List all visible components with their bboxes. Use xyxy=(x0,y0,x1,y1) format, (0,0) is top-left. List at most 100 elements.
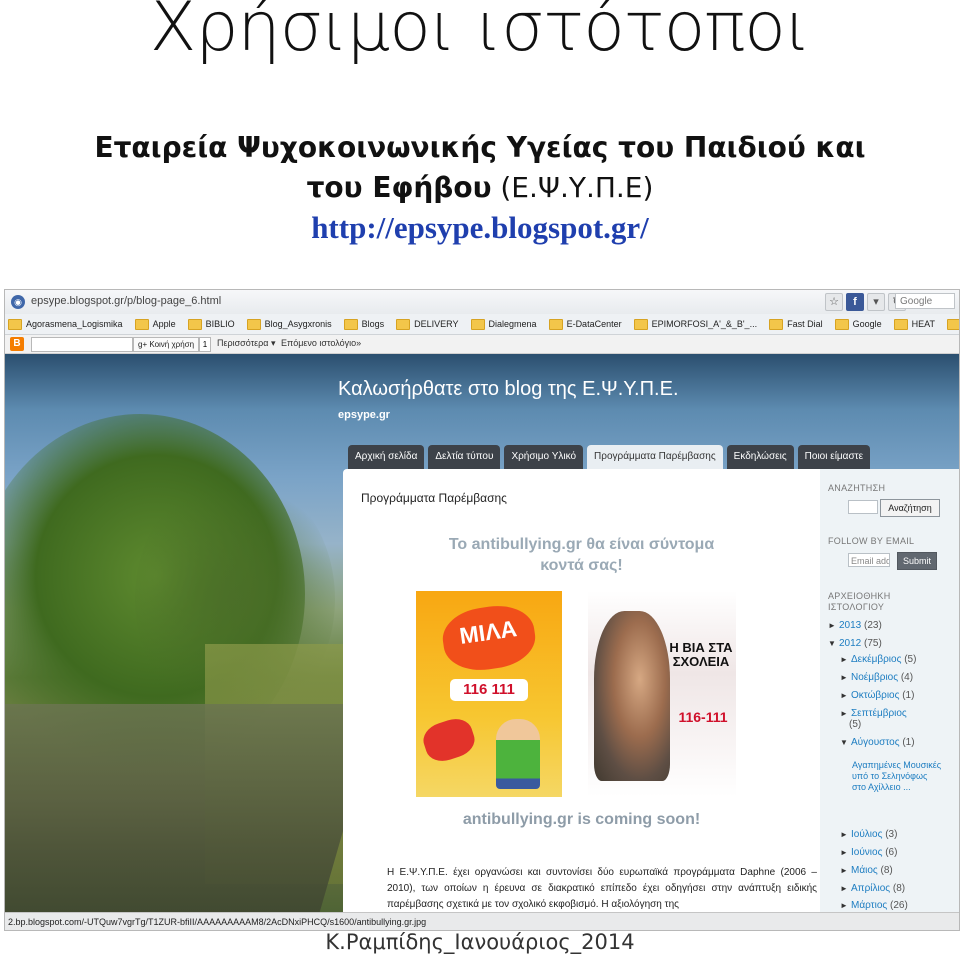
dropdown-icon[interactable]: ▾ xyxy=(867,293,885,311)
archive-month-apr[interactable]: ► Απρίλιος (8) xyxy=(840,883,905,894)
archive-aug-link[interactable]: Αύγουστος xyxy=(851,737,900,748)
archive-may-link[interactable]: Μάιος xyxy=(851,865,878,876)
sidebar-search-input[interactable] xyxy=(848,500,878,514)
expand-right-icon: ► xyxy=(840,884,848,893)
archive-sep-link[interactable]: Σεπτέμβριος xyxy=(851,708,907,719)
submit-button[interactable]: Submit xyxy=(897,552,937,570)
bookmark-label: E-DataCenter xyxy=(566,319,622,329)
browser-screenshot: ◉ epsype.blogspot.gr/p/blog-page_6.html … xyxy=(4,289,960,931)
tab-events[interactable]: Εκδηλώσεις xyxy=(726,445,794,469)
slide-subtitle: Εταιρεία Ψυχοκοινωνικής Υγείας του Παιδι… xyxy=(60,128,900,208)
folder-icon xyxy=(548,318,563,330)
folder-icon xyxy=(343,318,358,330)
bookmark-item[interactable]: Blog_Asygxronis xyxy=(244,318,332,330)
address-bar: ◉ epsype.blogspot.gr/p/blog-page_6.html … xyxy=(5,290,959,315)
archive-oct-link[interactable]: Οκτώβριος xyxy=(851,690,899,701)
folder-icon xyxy=(396,318,411,330)
archive-sep-count: (5) xyxy=(849,719,862,730)
expand-down-icon: ▼ xyxy=(828,639,836,648)
folder-icon xyxy=(470,318,485,330)
bookmark-label: HEAT xyxy=(911,319,935,329)
share-count: 1 xyxy=(199,337,211,352)
archive-month-sep[interactable]: ► Σεπτέμβριος (5) xyxy=(840,708,907,730)
bookmark-label: Apple xyxy=(152,319,176,329)
subtitle-line2-abbr: (Ε.Ψ.Υ.Π.Ε) xyxy=(491,171,654,204)
archive-post-link[interactable]: Αγαπημένες Μουσικές υπό το Σεληνόφως στο… xyxy=(852,760,942,793)
archive-apr-link[interactable]: Απρίλιος xyxy=(851,883,890,894)
tab-press-releases[interactable]: Δελτία τύπου xyxy=(428,445,501,469)
archive-month-may[interactable]: ► Μάιος (8) xyxy=(840,865,893,876)
tab-useful-material[interactable]: Χρήσιμο Υλικό xyxy=(504,445,584,469)
blog-title[interactable]: Καλωσήρθατε στο blog της Ε.Ψ.Υ.Π.Ε. xyxy=(338,378,679,401)
email-field[interactable]: Email address xyxy=(848,553,890,567)
archive-dec-link[interactable]: Δεκέμβριος xyxy=(851,654,901,665)
archive-month-nov[interactable]: ► Νοέμβριος (4) xyxy=(840,672,913,683)
archive-jul-link[interactable]: Ιούλιος xyxy=(851,829,882,840)
poster-violence[interactable]: Η ΒΙΑ ΣΤΑ ΣΧΟΛΕΙΑ 116-111 xyxy=(588,591,736,797)
archive-oct-count: (1) xyxy=(902,690,915,701)
bookmarks-bar: Agorasmena_Logismika Apple BIBLIO Blog_Asyg… xyxy=(5,314,959,335)
bookmark-item[interactable]: EPIMORFOSI_A'_&_B'_... xyxy=(631,318,757,330)
child-figure xyxy=(496,719,540,789)
archive-month-jun[interactable]: ► Ιούνιος (6) xyxy=(840,847,897,858)
archive-2013-link[interactable]: 2013 xyxy=(839,620,861,631)
archive-year-2012[interactable]: ▼ 2012 (75) xyxy=(828,638,882,649)
bookmark-item[interactable]: Blogs xyxy=(341,318,385,330)
bookmark-item[interactable]: Apple xyxy=(132,318,176,330)
archive-mar-link[interactable]: Μάρτιος xyxy=(851,900,887,911)
bookmark-item[interactable]: Agorasmena_Logismika xyxy=(5,318,123,330)
bookmark-item[interactable]: HEAT xyxy=(891,318,935,330)
facebook-icon[interactable]: f xyxy=(846,293,864,311)
more-menu[interactable]: Περισσότερα ▾ xyxy=(217,338,276,349)
promo-line2: κοντά σας! xyxy=(540,557,623,574)
status-bar: 2.bp.blogspot.com/-UTQuw7vgrTg/T1ZUR-bfi… xyxy=(5,912,959,930)
archive-month-aug[interactable]: ▼ Αύγουστος (1) xyxy=(840,737,915,748)
folder-icon xyxy=(187,318,202,330)
bookmark-label: Blogs xyxy=(361,319,385,329)
archive-apr-count: (8) xyxy=(892,883,906,894)
bookmark-item[interactable]: Fast Dial xyxy=(766,318,823,330)
google-search-input[interactable]: Google xyxy=(895,293,955,309)
bookmark-item[interactable]: DELIVERY xyxy=(393,318,459,330)
bookmark-item[interactable]: HLEKTRONIKES_AGOR... xyxy=(944,318,959,330)
slide-url-link[interactable]: http://epsype.blogspot.gr/ xyxy=(0,210,960,246)
navbar-search-input[interactable] xyxy=(31,337,133,352)
expand-right-icon: ► xyxy=(840,901,848,910)
next-blog-link[interactable]: Επόμενο ιστολόγιο» xyxy=(281,338,361,348)
archive-2012-link[interactable]: 2012 xyxy=(839,638,861,649)
share-button-label: Κοινή χρήση xyxy=(149,340,195,349)
bookmark-item[interactable]: E-DataCenter xyxy=(546,318,622,330)
archive-month-jul[interactable]: ► Ιούλιος (3) xyxy=(840,829,897,840)
bookmark-item[interactable]: Google xyxy=(832,318,882,330)
archive-nov-count: (4) xyxy=(900,672,914,683)
coming-soon-text: antibullying.gr is coming soon! xyxy=(462,811,701,828)
tab-intervention-programs[interactable]: Προγράμματα Παρέμβασης xyxy=(587,445,723,469)
folder-icon xyxy=(633,318,648,330)
archive-month-oct[interactable]: ► Οκτώβριος (1) xyxy=(840,690,914,701)
archive-mar-count: (26) xyxy=(890,900,908,911)
star-icon[interactable]: ☆ xyxy=(825,293,843,311)
subtitle-line2-bold: του Εφήβου xyxy=(306,171,492,204)
blogger-icon[interactable]: B xyxy=(10,337,24,351)
archive-month-dec[interactable]: ► Δεκέμβριος (5) xyxy=(840,654,916,665)
blog-description: epsype.gr xyxy=(338,409,390,421)
archive-dec-count: (5) xyxy=(904,654,917,665)
address-url[interactable]: epsype.blogspot.gr/p/blog-page_6.html xyxy=(31,295,221,307)
poster-mila[interactable]: ΜΙΛΑ 116 111 xyxy=(416,591,562,797)
bookmark-label: Google xyxy=(852,319,882,329)
bookmark-item[interactable]: BIBLIO xyxy=(185,318,235,330)
tab-home[interactable]: Αρχική σελίδα xyxy=(348,445,425,469)
bookmark-item[interactable]: Dialegmena xyxy=(468,318,537,330)
expand-right-icon: ► xyxy=(840,655,848,664)
sidebar-search-button[interactable]: Αναζήτηση xyxy=(880,499,940,517)
comic-burst-icon xyxy=(419,714,479,766)
archive-month-mar[interactable]: ► Μάρτιος (26) xyxy=(840,900,908,911)
tab-about[interactable]: Ποιοι είμαστε xyxy=(797,445,871,469)
share-button[interactable]: g+ Κοινή χρήση xyxy=(133,337,200,352)
expand-right-icon: ► xyxy=(840,830,848,839)
archive-nov-link[interactable]: Νοέμβριος xyxy=(851,672,898,683)
archive-jun-link[interactable]: Ιούνιος xyxy=(851,847,882,858)
archive-year-2013[interactable]: ► 2013 (23) xyxy=(828,620,882,631)
archive-heading: ΑΡΧΕΙΟΘΗΚΗ ΙΣΤΟΛΟΓΙΟΥ xyxy=(828,591,891,612)
expand-right-icon: ► xyxy=(840,848,848,857)
